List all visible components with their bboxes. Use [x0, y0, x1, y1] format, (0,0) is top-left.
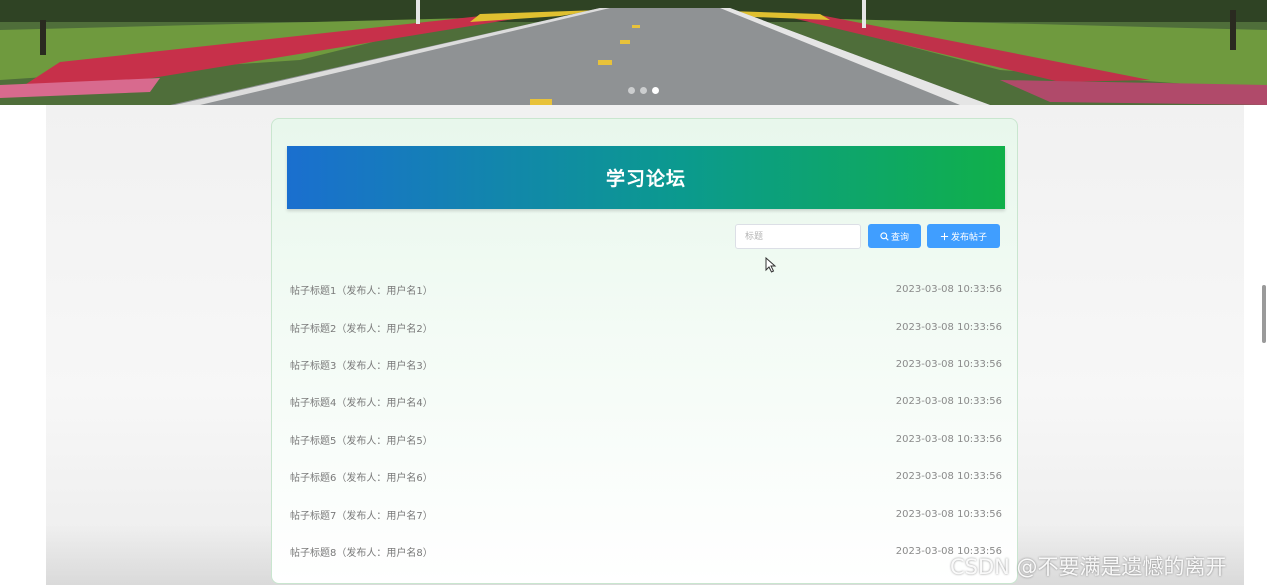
post-item-6[interactable]: 帖子标题6（发布人：用户名6） 2023-03-08 10:33:56 — [290, 458, 1002, 495]
search-button[interactable]: 查询 — [868, 224, 921, 248]
post-date: 2023-03-08 10:33:56 — [895, 508, 1002, 520]
post-title[interactable]: 帖子标题6（发布人：用户名6） — [290, 469, 433, 484]
carousel-dot-1[interactable] — [628, 87, 635, 94]
publish-post-button-label: 发布帖子 — [950, 232, 987, 243]
post-item-5[interactable]: 帖子标题5（发布人：用户名5） 2023-03-08 10:33:56 — [290, 421, 1002, 458]
forum-title: 学习论坛 — [605, 168, 686, 190]
post-date: 2023-03-08 10:33:56 — [895, 396, 1002, 408]
scrollbar-thumb[interactable] — [1262, 285, 1266, 343]
post-title[interactable]: 帖子标题1（发布人：用户名1） — [290, 282, 433, 297]
post-date: 2023-03-08 10:33:56 — [895, 284, 1002, 296]
post-title[interactable]: 帖子标题3（发布人：用户名3） — [290, 357, 433, 372]
post-item-7[interactable]: 帖子标题7（发布人：用户名7） 2023-03-08 10:33:56 — [290, 495, 1002, 532]
post-title[interactable]: 帖子标题2（发布人：用户名2） — [290, 320, 433, 335]
carousel-dot-2[interactable] — [640, 87, 647, 94]
carousel-dot-3[interactable] — [652, 87, 659, 94]
post-item-2[interactable]: 帖子标题2（发布人：用户名2） 2023-03-08 10:33:56 — [290, 308, 1002, 345]
scrollbar-track[interactable] — [1244, 105, 1267, 585]
post-item-1[interactable]: 帖子标题1（发布人：用户名1） 2023-03-08 10:33:56 — [290, 271, 1002, 308]
hero-banner — [0, 0, 1267, 105]
forum-card: 学习论坛 查询 发布帖子 帖子标题1（发布人：用户名1） 2023-03-08 … — [271, 118, 1018, 584]
post-title[interactable]: 帖子标题8（发布人：用户名8） — [290, 544, 433, 559]
plus-icon — [940, 232, 949, 240]
post-date: 2023-03-08 10:33:56 — [895, 471, 1002, 483]
post-date: 2023-03-08 10:33:56 — [895, 321, 1002, 333]
post-item-4[interactable]: 帖子标题4（发布人：用户名4） 2023-03-08 10:33:56 — [290, 383, 1002, 420]
mouse-cursor-icon — [765, 257, 777, 273]
post-date: 2023-03-08 10:33:56 — [895, 433, 1002, 445]
post-title[interactable]: 帖子标题5（发布人：用户名5） — [290, 432, 433, 447]
post-title[interactable]: 帖子标题4（发布人：用户名4） — [290, 394, 433, 409]
watermark: CSDN @不要满是遗憾的离开 — [950, 555, 1227, 579]
carousel-indicators — [628, 87, 659, 94]
post-item-3[interactable]: 帖子标题3（发布人：用户名3） 2023-03-08 10:33:56 — [290, 346, 1002, 383]
post-item-8[interactable]: 帖子标题8（发布人：用户名8） 2023-03-08 10:33:56 — [290, 533, 1002, 570]
search-input[interactable] — [735, 224, 861, 249]
post-date: 2023-03-08 10:33:56 — [895, 358, 1002, 370]
search-button-label: 查询 — [890, 232, 909, 243]
post-title[interactable]: 帖子标题7（发布人：用户名7） — [290, 507, 433, 522]
forum-title-bar: 学习论坛 — [287, 146, 1005, 209]
post-list: 帖子标题1（发布人：用户名1） 2023-03-08 10:33:56 帖子标题… — [290, 271, 1002, 570]
publish-post-button[interactable]: 发布帖子 — [927, 224, 1000, 248]
search-icon — [880, 231, 889, 241]
